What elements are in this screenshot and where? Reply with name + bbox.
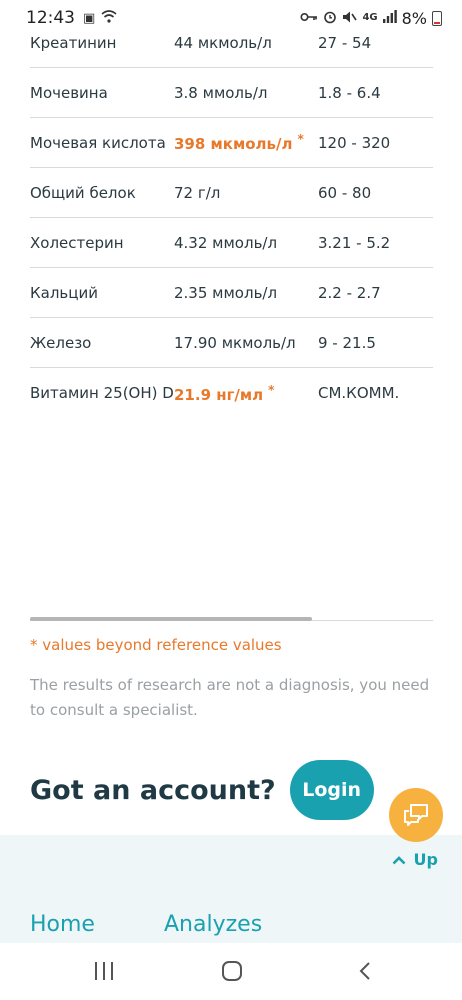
android-navigation-bar: [0, 943, 462, 1000]
result-value: 17.90 мкмоль/л: [174, 334, 318, 352]
result-name: Креатинин: [30, 33, 117, 52]
result-row: Общий белок 72 г/л 60 - 80: [30, 168, 433, 218]
result-value-text: 17.90 мкмоль/л: [174, 333, 296, 352]
account-question: Got an account?: [30, 774, 276, 806]
result-reference: 27 - 54: [318, 33, 372, 52]
result-reference: 60 - 80: [318, 183, 372, 202]
result-value-text: 21.9 нг/мл: [174, 385, 264, 404]
result-row: Холестерин 4.32 ммоль/л 3.21 - 5.2: [30, 218, 433, 268]
chat-bubbles-icon: [404, 804, 428, 826]
signal-icon: [382, 10, 397, 26]
result-value-text: 3.8 ммоль/л: [174, 83, 268, 102]
home-icon[interactable]: [222, 961, 242, 981]
result-value-text: 4.32 ммоль/л: [174, 233, 278, 252]
result-value: 44 мкмоль/л: [174, 34, 318, 52]
scrollbar-thumb[interactable]: [30, 617, 312, 621]
key-icon: [300, 11, 318, 26]
status-time: 12:43: [26, 8, 75, 28]
beyond-reference-note: * values beyond reference values: [30, 636, 282, 654]
result-name: Мочевина: [30, 83, 108, 102]
result-reference: 120 - 320: [318, 133, 391, 152]
result-reference: 2.2 - 2.7: [318, 283, 381, 302]
login-button[interactable]: Login: [289, 760, 374, 820]
result-value-text: 72 г/л: [174, 183, 221, 202]
result-value-text: 2.35 ммоль/л: [174, 283, 278, 302]
battery-icon: [432, 10, 442, 26]
chat-button[interactable]: [389, 788, 443, 842]
result-row: Железо 17.90 мкмоль/л 9 - 21.5: [30, 318, 433, 368]
status-bar: 12:43 ▣ 4G 8%: [0, 0, 462, 36]
alarm-icon: [323, 10, 337, 27]
result-reference: 3.21 - 5.2: [318, 233, 391, 252]
back-icon[interactable]: [356, 961, 376, 981]
result-value: 72 г/л: [174, 184, 318, 202]
result-name: Мочевая кислота: [30, 133, 166, 152]
result-row: Мочевая кислота 398 мкмоль/л * 120 - 320: [30, 118, 433, 168]
result-reference: 9 - 21.5: [318, 333, 376, 352]
result-row: Кальций 2.35 ммоль/л 2.2 - 2.7: [30, 268, 433, 318]
battery-percent: 8%: [401, 8, 427, 28]
result-name: Кальций: [30, 283, 98, 302]
scroll-up-button[interactable]: Up: [392, 850, 438, 869]
result-name: Железо: [30, 333, 92, 352]
horizontal-scrollbar[interactable]: [30, 617, 433, 621]
result-value: 21.9 нг/мл *: [174, 383, 318, 404]
up-label: Up: [413, 850, 438, 869]
result-row: Мочевина 3.8 ммоль/л 1.8 - 6.4: [30, 68, 433, 118]
results-table: Креатинин 44 мкмоль/л 27 - 54 Мочевина 3.8 м…: [30, 18, 433, 418]
result-name: Общий белок: [30, 183, 136, 202]
gallery-icon: ▣: [83, 10, 96, 26]
result-reference: 1.8 - 6.4: [318, 83, 381, 102]
wifi-icon: [101, 10, 117, 26]
result-name: Холестерин: [30, 233, 124, 252]
result-value: 398 мкмоль/л *: [174, 132, 318, 153]
result-value: 4.32 ммоль/л: [174, 234, 318, 252]
lte-icon: 4G: [362, 12, 378, 23]
disclaimer-text: The results of research are not a diagno…: [30, 676, 430, 719]
abnormal-flag: *: [268, 382, 275, 397]
result-value-text: 398 мкмоль/л: [174, 135, 293, 153]
footer-link-analyzes[interactable]: Analyzes: [164, 912, 262, 937]
result-value: 3.8 ммоль/л: [174, 84, 318, 102]
abnormal-flag: *: [297, 132, 304, 146]
recent-apps-icon[interactable]: [95, 962, 113, 980]
footer-link-home[interactable]: Home: [30, 912, 95, 937]
result-value: 2.35 ммоль/л: [174, 284, 318, 302]
account-prompt: Got an account? Login: [30, 760, 374, 820]
chevron-up-icon: [392, 855, 405, 864]
footer-nav: Home Analyzes: [0, 885, 462, 943]
result-reference: СМ.КОММ.: [318, 384, 400, 402]
result-row: Витамин 25(OH) D 21.9 нг/мл * СМ.КОММ.: [30, 368, 433, 418]
result-name: Витамин 25(OH) D: [30, 384, 174, 402]
mute-icon: [342, 10, 358, 27]
result-value-text: 44 мкмоль/л: [174, 33, 272, 52]
